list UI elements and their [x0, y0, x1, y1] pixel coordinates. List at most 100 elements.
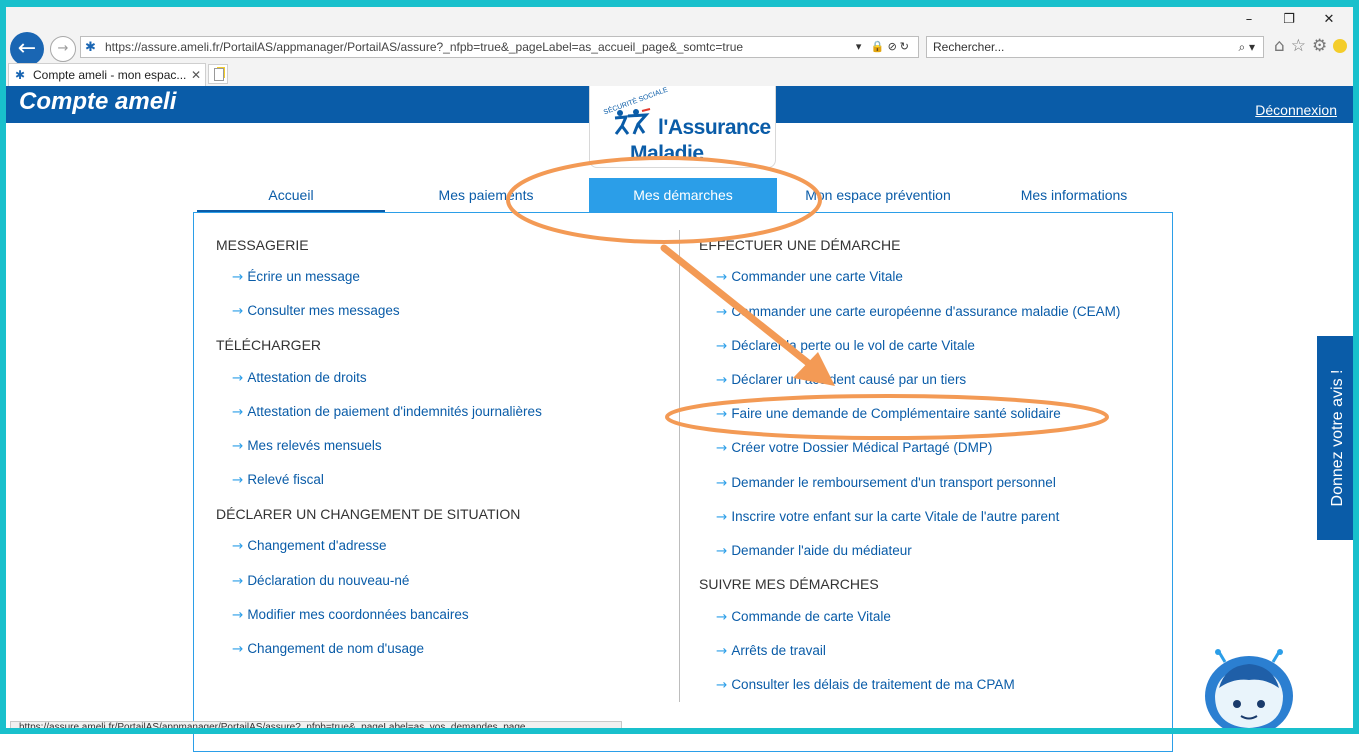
arrow-right-icon: →	[232, 370, 244, 386]
link-label: Attestation de droits	[247, 370, 367, 385]
lock-icon[interactable]: 🔒	[871, 40, 888, 53]
link-label: Modifier mes coordonnées bancaires	[247, 607, 469, 622]
minimize-icon[interactable]: –	[1229, 12, 1269, 27]
link-remboursement-transport[interactable]: → Demander le remboursement d'un transpor…	[716, 475, 1056, 491]
new-tab-button[interactable]	[208, 64, 228, 84]
arrow-right-icon: →	[232, 404, 244, 420]
link-inscrire-enfant[interactable]: → Inscrire votre enfant sur la carte Vita…	[716, 509, 1059, 525]
section-heading-changement-situation: DÉCLARER UN CHANGEMENT DE SITUATION	[216, 506, 521, 522]
tab-accueil[interactable]: Accueil	[197, 178, 385, 212]
arrow-right-icon: →	[716, 609, 728, 625]
address-tools: ▾ 🔒⊘↻	[856, 37, 912, 57]
link-label: Demander l'aide du médiateur	[731, 543, 912, 558]
link-label: Commander une carte Vitale	[731, 269, 903, 284]
link-label: Changement d'adresse	[247, 538, 387, 553]
link-delais-traitement[interactable]: → Consulter les délais de traitement de m…	[716, 677, 1015, 693]
search-icon[interactable]: ⌕ ▾	[1238, 37, 1255, 57]
link-label: Déclarer la perte ou le vol de carte Vit…	[731, 338, 975, 353]
brand-title[interactable]: Compte ameli	[19, 88, 176, 116]
link-consulter-messages[interactable]: → Consulter mes messages	[232, 303, 400, 319]
tab-mes-demarches[interactable]: Mes démarches	[589, 178, 777, 212]
dropdown-icon[interactable]: ▾	[856, 40, 865, 53]
link-label: Mes relevés mensuels	[247, 438, 382, 453]
link-perte-vol-carte-vitale[interactable]: → Déclarer la perte ou le vol de carte Vi…	[716, 338, 975, 354]
link-commander-ceam[interactable]: → Commander une carte européenne d'assura…	[716, 304, 1120, 320]
logo-line2: Maladie	[630, 142, 704, 165]
address-url: https://assure.ameli.fr/PortailAS/appman…	[105, 40, 744, 54]
link-accident-tiers[interactable]: → Déclarer un accident causé par un tiers	[716, 372, 966, 388]
tab-mes-paiements[interactable]: Mes paiements	[391, 178, 581, 212]
link-arrets-travail[interactable]: → Arrêts de travail	[716, 643, 826, 659]
link-attestation-ij[interactable]: → Attestation de paiement d'indemnités jo…	[232, 404, 542, 420]
forward-button[interactable]: →	[50, 36, 76, 62]
feedback-smiley-icon[interactable]	[1333, 39, 1348, 53]
restore-icon[interactable]: ❐	[1269, 12, 1309, 27]
logo-line1: l'Assurance	[658, 116, 771, 139]
gear-icon[interactable]: ⚙	[1312, 36, 1333, 56]
tab-mon-espace-prevention[interactable]: Mon espace prévention	[783, 178, 973, 212]
link-label: Arrêts de travail	[731, 643, 826, 658]
back-arrow-icon: ←	[17, 36, 37, 61]
block-icon[interactable]: ⊘	[888, 40, 900, 53]
arrow-right-icon: →	[716, 338, 728, 354]
arrow-right-icon: →	[232, 641, 244, 657]
section-heading-telecharger: TÉLÉCHARGER	[216, 337, 322, 353]
assurance-maladie-logo[interactable]: SÉCURITÉ SOCIALE l'Assurance Maladie	[589, 86, 776, 168]
address-bar[interactable]: ✱ https://assure.ameli.fr/PortailAS/appm…	[80, 36, 919, 58]
link-nom-usage[interactable]: → Changement de nom d'usage	[232, 641, 424, 657]
browser-toolbar-icons: ⌂☆⚙	[1274, 36, 1348, 56]
feedback-tab[interactable]: Donnez votre avis !	[1317, 336, 1359, 540]
link-label: Demander le remboursement d'un transport…	[731, 475, 1056, 490]
link-label: Consulter les délais de traitement de ma…	[731, 677, 1015, 692]
tab-title: Compte ameli - mon espac...	[33, 68, 187, 82]
arrow-right-icon: →	[716, 475, 728, 491]
back-button[interactable]: ←	[10, 32, 44, 66]
arrow-right-icon: →	[232, 269, 244, 285]
link-ecrire-message[interactable]: → Écrire un message	[232, 269, 360, 285]
arrow-right-icon: →	[716, 543, 728, 559]
logout-link[interactable]: Déconnexion	[1255, 102, 1337, 118]
link-commander-carte-vitale[interactable]: → Commander une carte Vitale	[716, 269, 903, 285]
link-coordonnees-bancaires[interactable]: → Modifier mes coordonnées bancaires	[232, 607, 469, 623]
arrow-right-icon: →	[716, 304, 728, 320]
link-attestation-droits[interactable]: → Attestation de droits	[232, 370, 367, 386]
arrow-right-icon: →	[716, 677, 728, 693]
logo-figures-icon	[614, 108, 651, 135]
browser-tab[interactable]: ✱ Compte ameli - mon espac... ✕	[8, 63, 206, 86]
window-controls: – ❐ ✕	[1229, 12, 1349, 27]
link-dossier-medical-partage[interactable]: → Créer votre Dossier Médical Partagé (DM…	[716, 440, 992, 456]
status-bar-url: https://assure.ameli.fr/PortailAS/appman…	[10, 721, 622, 734]
link-label: Attestation de paiement d'indemnités jou…	[247, 404, 542, 419]
arrow-right-icon: →	[716, 406, 728, 422]
arrow-right-icon: →	[716, 372, 728, 388]
section-heading-effectuer-demarche: EFFECTUER UNE DÉMARCHE	[699, 237, 901, 253]
tab-close-icon[interactable]: ✕	[191, 64, 201, 86]
link-releves-mensuels[interactable]: → Mes relevés mensuels	[232, 438, 382, 454]
link-declaration-nouveau-ne[interactable]: → Déclaration du nouveau-né	[232, 573, 409, 589]
arrow-right-icon: →	[716, 269, 728, 285]
link-label: Inscrire votre enfant sur la carte Vital…	[731, 509, 1060, 524]
tab-favicon-icon: ✱	[15, 68, 26, 82]
close-icon[interactable]: ✕	[1309, 12, 1349, 27]
star-icon[interactable]: ☆	[1291, 36, 1312, 56]
link-commande-carte-vitale[interactable]: → Commande de carte Vitale	[716, 609, 891, 625]
tab-mes-informations[interactable]: Mes informations	[977, 178, 1171, 212]
link-releve-fiscal[interactable]: → Relevé fiscal	[232, 472, 324, 488]
home-icon[interactable]: ⌂	[1274, 36, 1291, 56]
link-complementaire-sante-solidaire[interactable]: → Faire une demande de Complémentaire san…	[716, 406, 1061, 422]
arrow-right-icon: →	[232, 538, 244, 554]
link-label: Consulter mes messages	[247, 303, 400, 318]
link-label: Déclarer un accident causé par un tiers	[731, 372, 967, 387]
link-label: Créer votre Dossier Médical Partagé (DMP…	[731, 440, 993, 455]
arrow-right-icon: →	[232, 472, 244, 488]
link-label: Relevé fiscal	[247, 472, 324, 487]
link-changement-adresse[interactable]: → Changement d'adresse	[232, 538, 386, 554]
search-field[interactable]: Rechercher... ⌕ ▾	[926, 36, 1264, 58]
chatbot-avatar-icon[interactable]	[1205, 648, 1293, 734]
link-aide-mediateur[interactable]: → Demander l'aide du médiateur	[716, 543, 912, 559]
link-label: Commande de carte Vitale	[731, 609, 891, 624]
link-label: Écrire un message	[247, 269, 360, 284]
forward-arrow-icon: →	[57, 41, 69, 56]
link-label: Commander une carte européenne d'assuran…	[731, 304, 1121, 319]
refresh-icon[interactable]: ↻	[900, 40, 912, 53]
